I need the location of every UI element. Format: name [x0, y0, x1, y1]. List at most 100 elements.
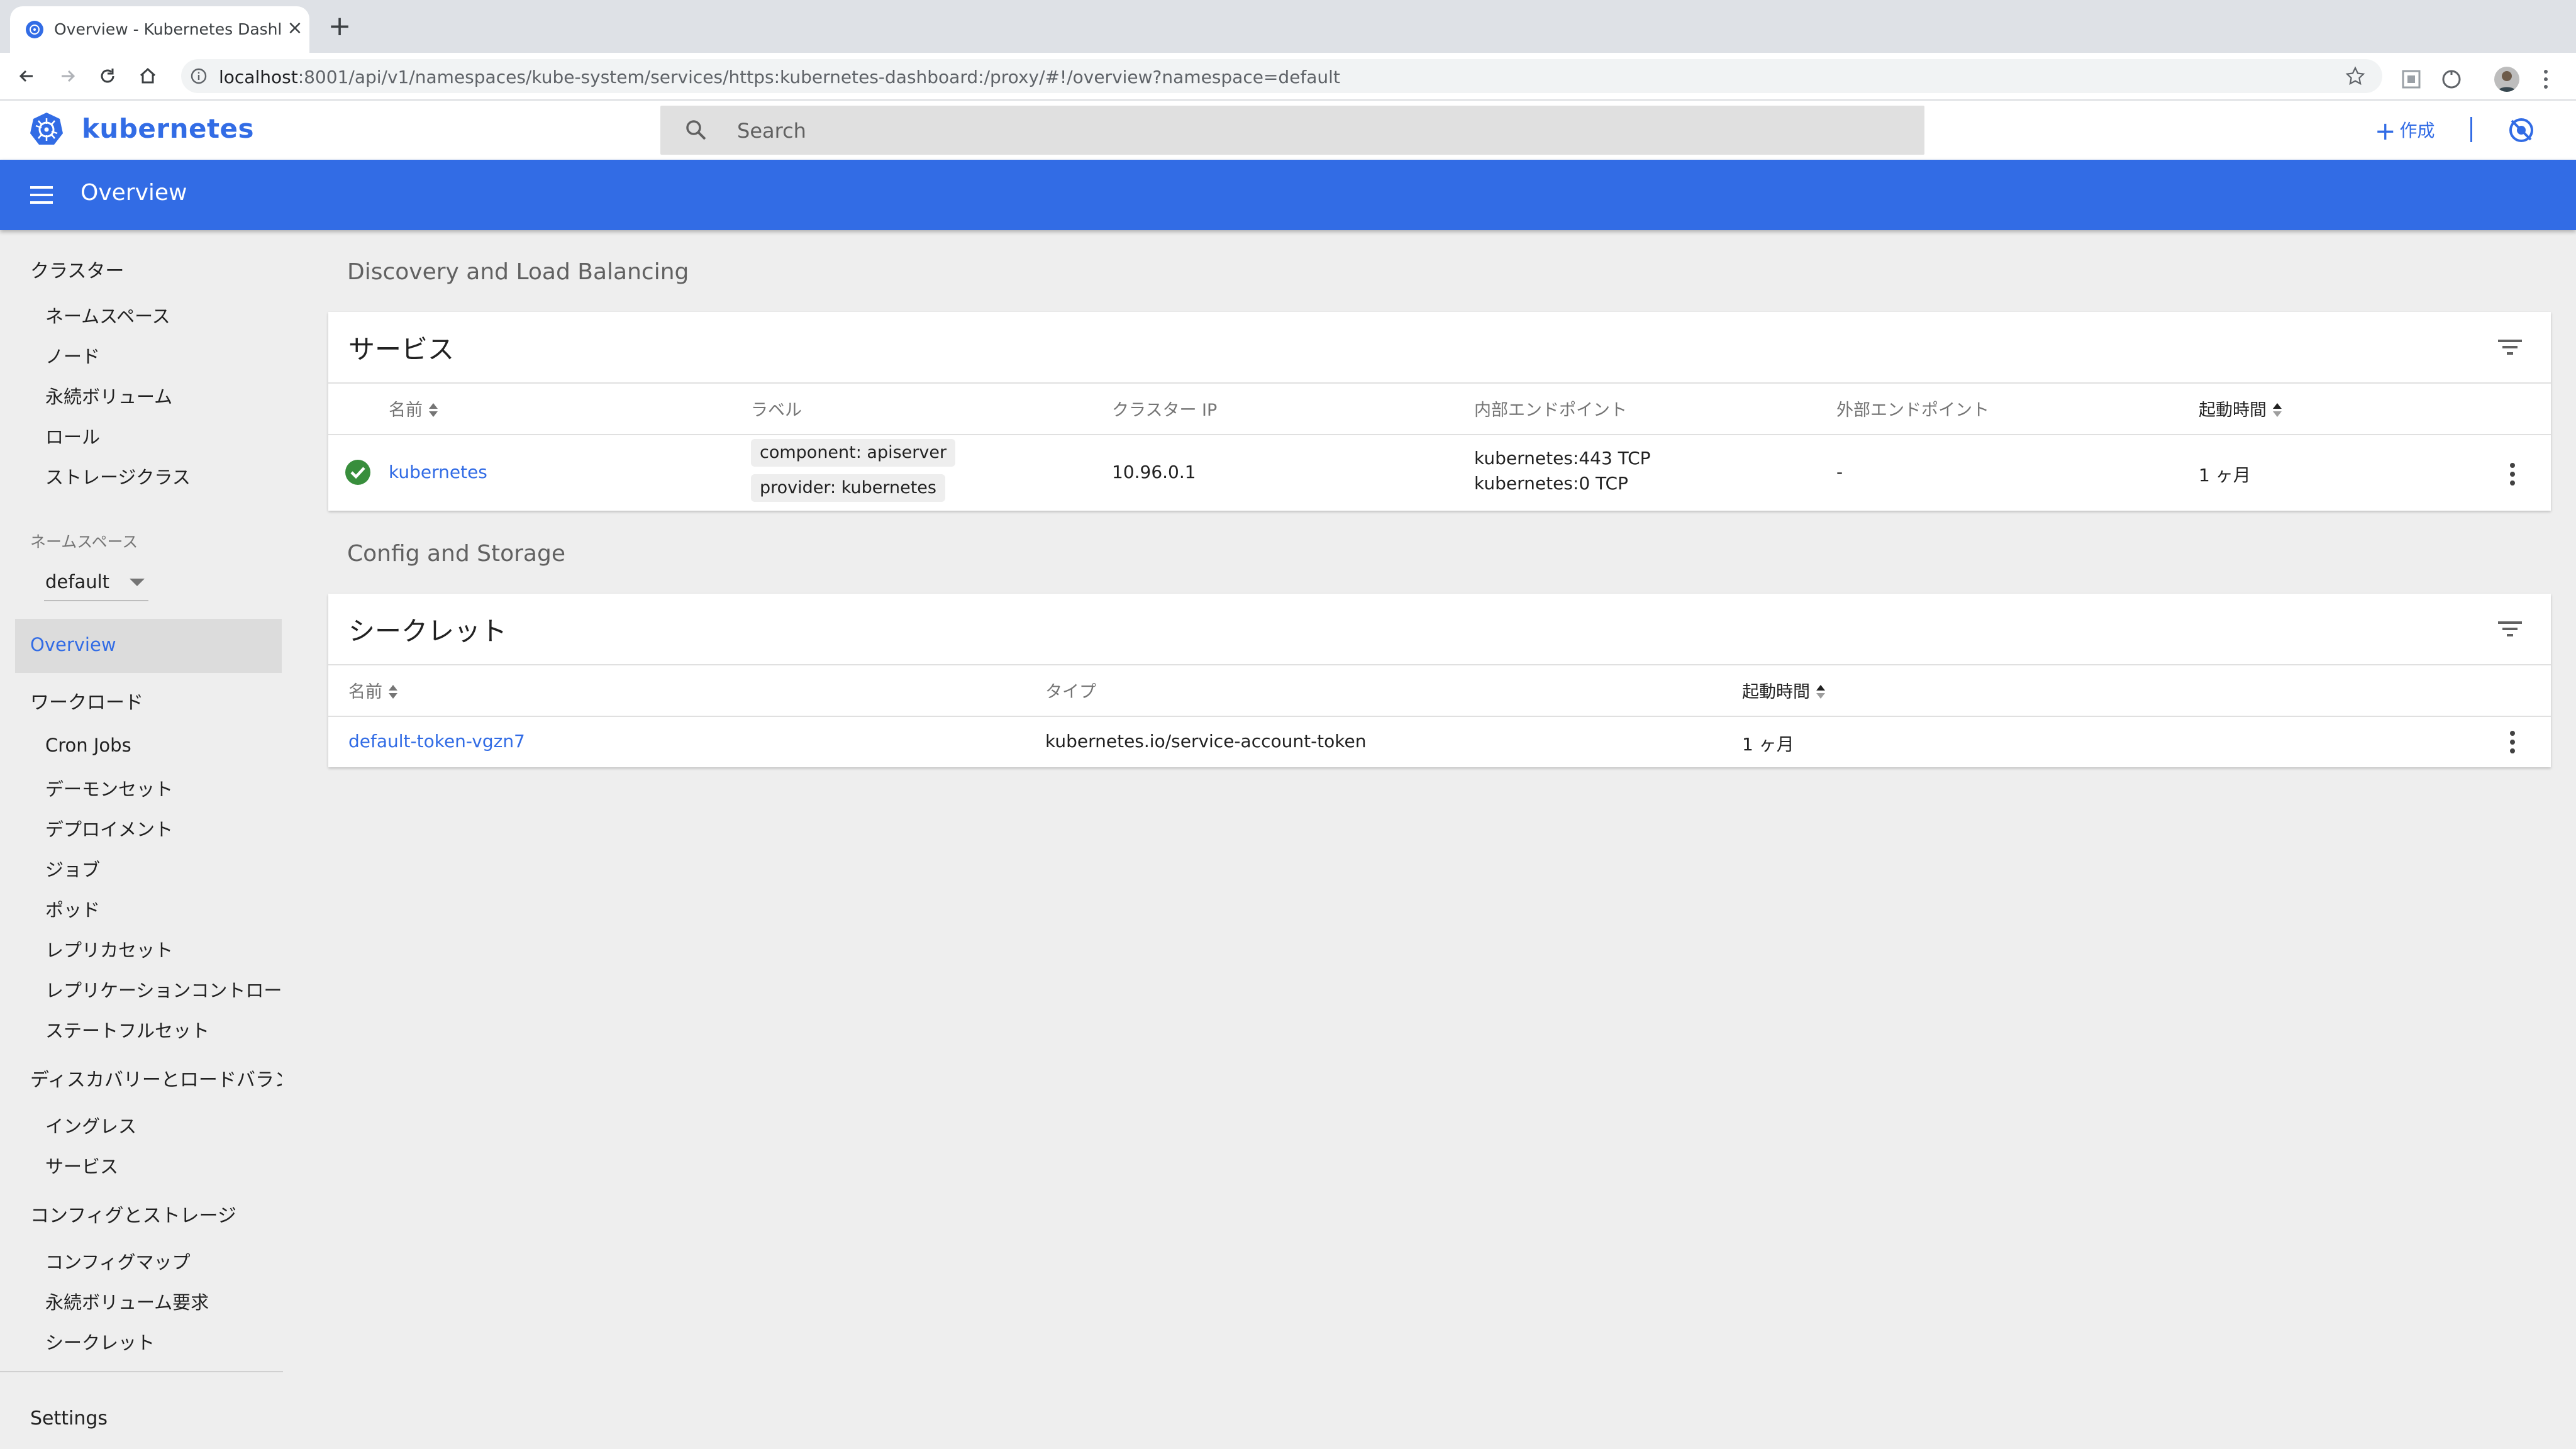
services-card: サービス 名前 ラベル クラスター IP 内部エンドポイント 外部エンドポイント… — [328, 312, 2551, 511]
secrets-header-type: タイプ — [1045, 682, 1096, 702]
sidebar-item-cron-jobs[interactable]: Cron Jobs — [45, 735, 131, 756]
secrets-card: シークレット 名前 タイプ 起動時間 default-token-vgzn7 k… — [328, 594, 2551, 767]
notifications-off-icon[interactable] — [2507, 116, 2536, 145]
extension-icon[interactable] — [2400, 68, 2423, 91]
sidebar-item-persistent-volumes[interactable]: 永続ボリューム — [45, 382, 172, 409]
namespace-select[interactable]: default — [44, 567, 148, 601]
reload-button[interactable] — [93, 62, 122, 91]
sidebar-item-secrets[interactable]: シークレット — [45, 1328, 155, 1355]
page-toolbar: Overview — [0, 160, 2576, 230]
secrets-row-separator — [328, 716, 2551, 717]
user-avatar-icon — [2497, 71, 2516, 92]
new-tab-button[interactable]: + — [327, 13, 352, 40]
sidebar-item-pvc[interactable]: 永続ボリューム要求 — [45, 1288, 209, 1314]
sidebar-item-nodes[interactable]: ノード — [45, 342, 100, 369]
more-vert-icon[interactable] — [2509, 730, 2516, 755]
arrow-left-icon — [19, 70, 33, 82]
arrow-right-icon — [62, 70, 75, 82]
chrome-menu-icon[interactable] — [2541, 67, 2551, 92]
sync-extension-icon[interactable] — [2440, 68, 2463, 91]
sort-icon — [429, 403, 438, 417]
reload-icon — [101, 69, 114, 83]
sidebar-item-deployments[interactable]: デプロイメント — [45, 815, 173, 841]
back-button[interactable] — [13, 62, 42, 91]
services-header-cluster-ip: クラスター IP — [1112, 401, 1218, 420]
header-divider — [2470, 117, 2472, 142]
sidebar: クラスター ネームスペース ノード 永続ボリューム ロール ストレージクラス ネ… — [0, 230, 289, 1449]
secret-type: kubernetes.io/service-account-token — [1045, 731, 1367, 752]
sidebar-item-overview[interactable]: Overview — [15, 619, 282, 673]
sidebar-item-settings[interactable]: Settings — [30, 1407, 108, 1430]
services-header-labels: ラベル — [751, 401, 802, 420]
sidebar-divider — [0, 1371, 283, 1372]
close-tab-icon[interactable]: × — [286, 19, 304, 38]
filter-icon[interactable] — [2497, 337, 2523, 357]
service-internal-endpoint: kubernetes:0 TCP — [1474, 473, 1628, 494]
services-header-name[interactable]: 名前 — [389, 396, 439, 421]
services-header-separator — [328, 382, 2551, 384]
secrets-header-separator — [328, 664, 2551, 665]
info-icon[interactable] — [190, 67, 208, 85]
services-header-name-label: 名前 — [389, 401, 423, 420]
service-age: 1 ヶ月 — [2199, 465, 2251, 486]
sidebar-section-workloads[interactable]: ワークロード — [30, 687, 143, 714]
sidebar-section-cluster[interactable]: クラスター — [30, 255, 124, 283]
create-button[interactable]: + 作成 — [2375, 117, 2435, 146]
sidebar-item-ingresses[interactable]: イングレス — [45, 1112, 136, 1138]
more-vert-icon[interactable] — [2509, 462, 2516, 487]
brand-name[interactable]: kubernetes — [82, 113, 254, 144]
url-path: :8001/api/v1/namespaces/kube-system/serv… — [297, 67, 1340, 87]
sidebar-item-replica-sets[interactable]: レプリカセット — [45, 936, 173, 962]
url-text: localhost:8001/api/v1/namespaces/kube-sy… — [219, 67, 1340, 87]
sidebar-item-services[interactable]: サービス — [45, 1152, 118, 1179]
sidebar-section-config[interactable]: コンフィグとストレージ — [30, 1200, 236, 1228]
page-title: Overview — [80, 180, 187, 206]
services-header-internal-endpoints: 内部エンドポイント — [1474, 401, 1627, 420]
filter-icon[interactable] — [2497, 619, 2523, 639]
discovery-section-title: Discovery and Load Balancing — [347, 259, 689, 285]
sidebar-item-jobs[interactable]: ジョブ — [45, 855, 100, 882]
sort-ascending-icon — [1816, 685, 1825, 699]
browser-tab[interactable]: Overview - Kubernetes Dashbo × — [10, 6, 309, 53]
config-section-title: Config and Storage — [347, 541, 565, 567]
service-name-link[interactable]: kubernetes — [389, 462, 487, 482]
service-cluster-ip: 10.96.0.1 — [1112, 462, 1196, 482]
namespace-value: default — [45, 571, 110, 592]
sidebar-item-roles[interactable]: ロール — [45, 423, 100, 449]
bookmark-star-icon[interactable] — [2345, 65, 2366, 87]
secrets-header-age-label: 起動時間 — [1742, 682, 1810, 702]
menu-icon[interactable] — [28, 182, 57, 208]
profile-avatar[interactable] — [2494, 67, 2519, 92]
sidebar-item-pods[interactable]: ポッド — [45, 896, 100, 922]
secrets-card-title: シークレット — [348, 616, 508, 647]
sort-ascending-icon — [2273, 403, 2282, 417]
secret-name-link[interactable]: default-token-vgzn7 — [348, 731, 525, 752]
label-chip: component: apiserver — [751, 439, 956, 467]
secrets-header-age[interactable]: 起動時間 — [1742, 678, 1826, 702]
check-circle-icon — [345, 460, 370, 485]
address-bar[interactable]: localhost:8001/api/v1/namespaces/kube-sy… — [181, 59, 2382, 93]
search-bar[interactable] — [660, 106, 1924, 156]
browser-toolbar: localhost:8001/api/v1/namespaces/kube-sy… — [0, 53, 2576, 101]
services-header-age[interactable]: 起動時間 — [2199, 396, 2283, 421]
kubernetes-logo-icon[interactable] — [28, 111, 65, 148]
sidebar-item-namespaces[interactable]: ネームスペース — [45, 302, 170, 328]
services-header-age-label: 起動時間 — [2199, 401, 2267, 420]
namespace-caption: ネームスペース — [30, 533, 138, 551]
browser-tabstrip: Overview - Kubernetes Dashbo × + — [0, 0, 2576, 53]
sidebar-item-daemon-sets[interactable]: デーモンセット — [45, 775, 173, 801]
sidebar-item-replication-controllers[interactable]: レプリケーションコントローラ — [45, 976, 283, 1002]
plus-icon: + — [2375, 117, 2396, 146]
service-external-endpoint: - — [1836, 462, 1843, 482]
sidebar-item-config-maps[interactable]: コンフィグマップ — [45, 1248, 191, 1274]
secret-age: 1 ヶ月 — [1742, 734, 1794, 755]
sidebar-item-storage-classes[interactable]: ストレージクラス — [45, 463, 191, 489]
secrets-header-name[interactable]: 名前 — [348, 678, 399, 702]
services-header-external-endpoints: 外部エンドポイント — [1836, 401, 1989, 420]
sidebar-section-discovery[interactable]: ディスカバリーとロードバランシング — [30, 1064, 282, 1092]
forward-button[interactable] — [53, 62, 82, 91]
search-input[interactable] — [736, 106, 1908, 156]
services-card-title: サービス — [348, 334, 455, 365]
sidebar-item-stateful-sets[interactable]: ステートフルセット — [45, 1016, 209, 1043]
home-button[interactable] — [133, 62, 162, 91]
